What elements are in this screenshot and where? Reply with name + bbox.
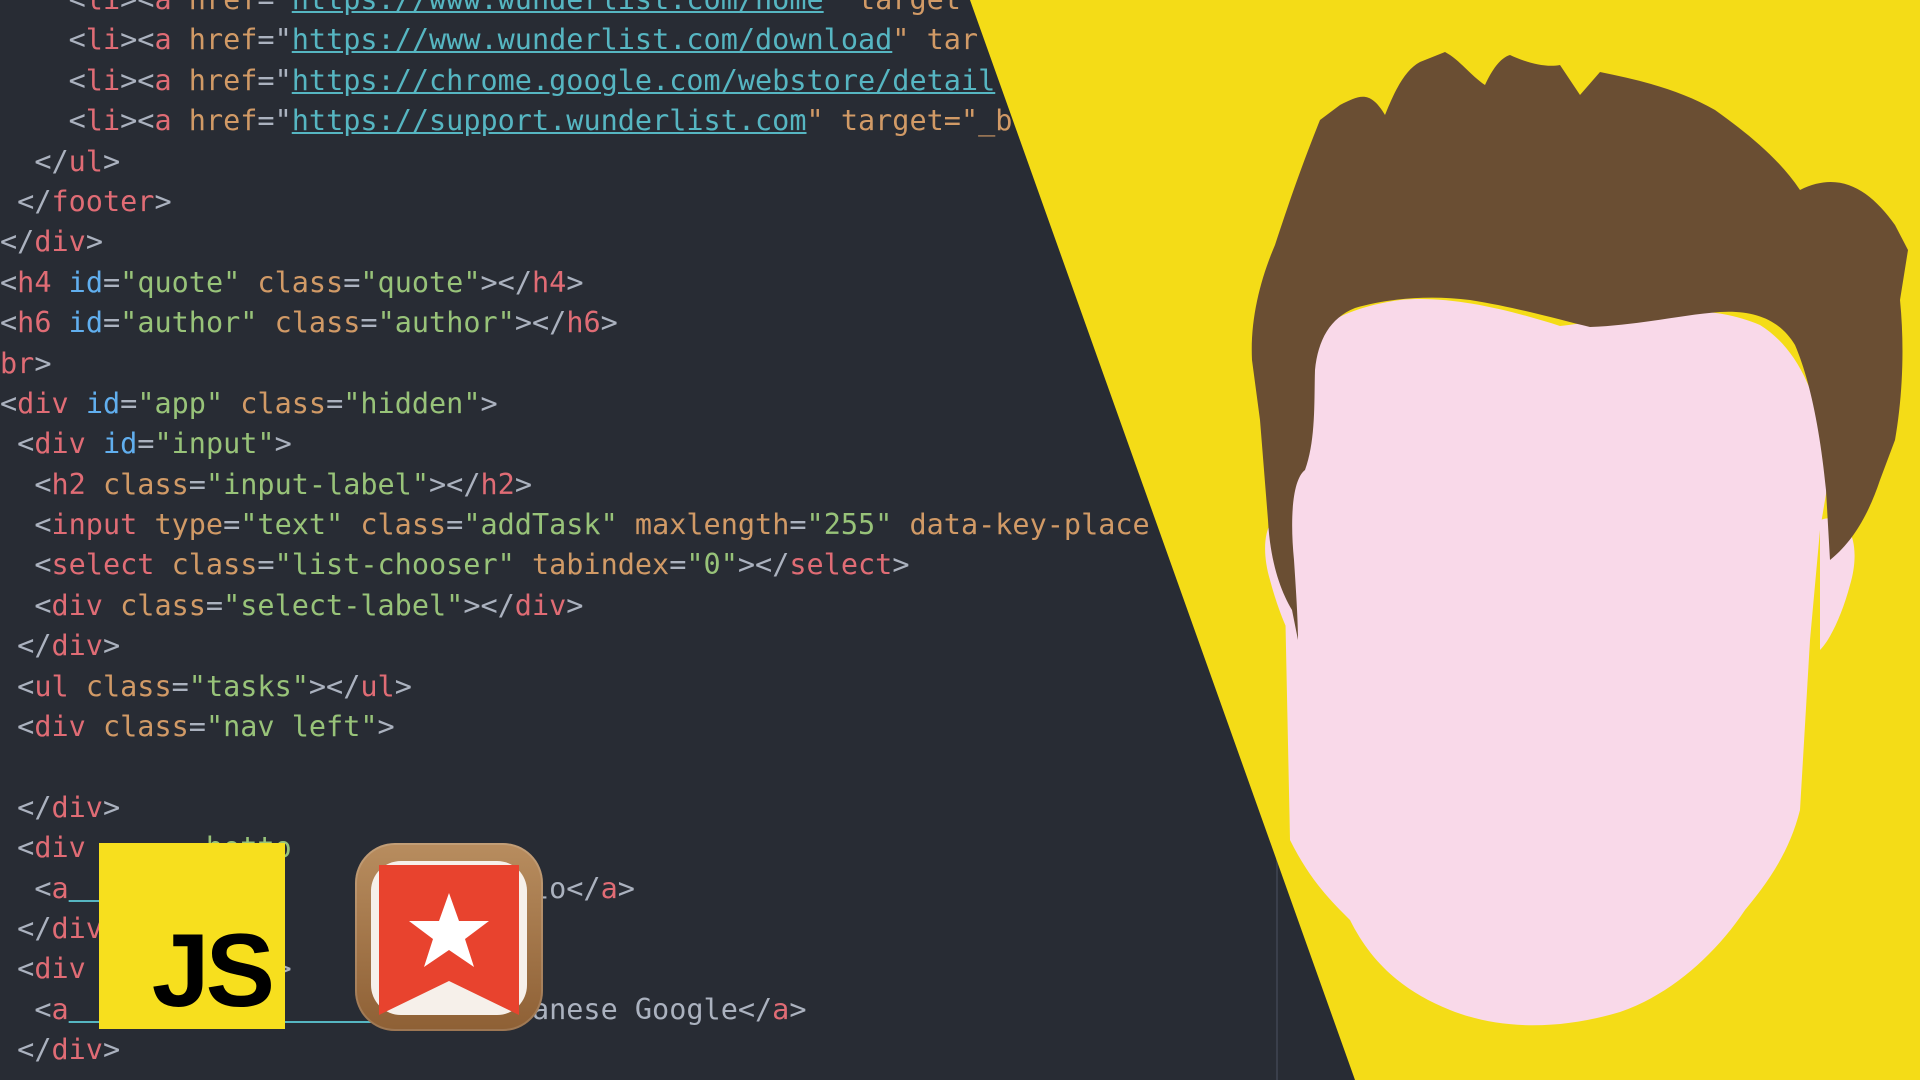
wunderlist-icon-graphic: [371, 861, 527, 1015]
javascript-logo-icon: JS: [99, 843, 285, 1029]
illustration-panel: [970, 0, 1920, 1080]
javascript-logo-label: JS: [151, 913, 275, 1029]
wunderlist-star-bookmark-icon: [355, 843, 543, 1031]
